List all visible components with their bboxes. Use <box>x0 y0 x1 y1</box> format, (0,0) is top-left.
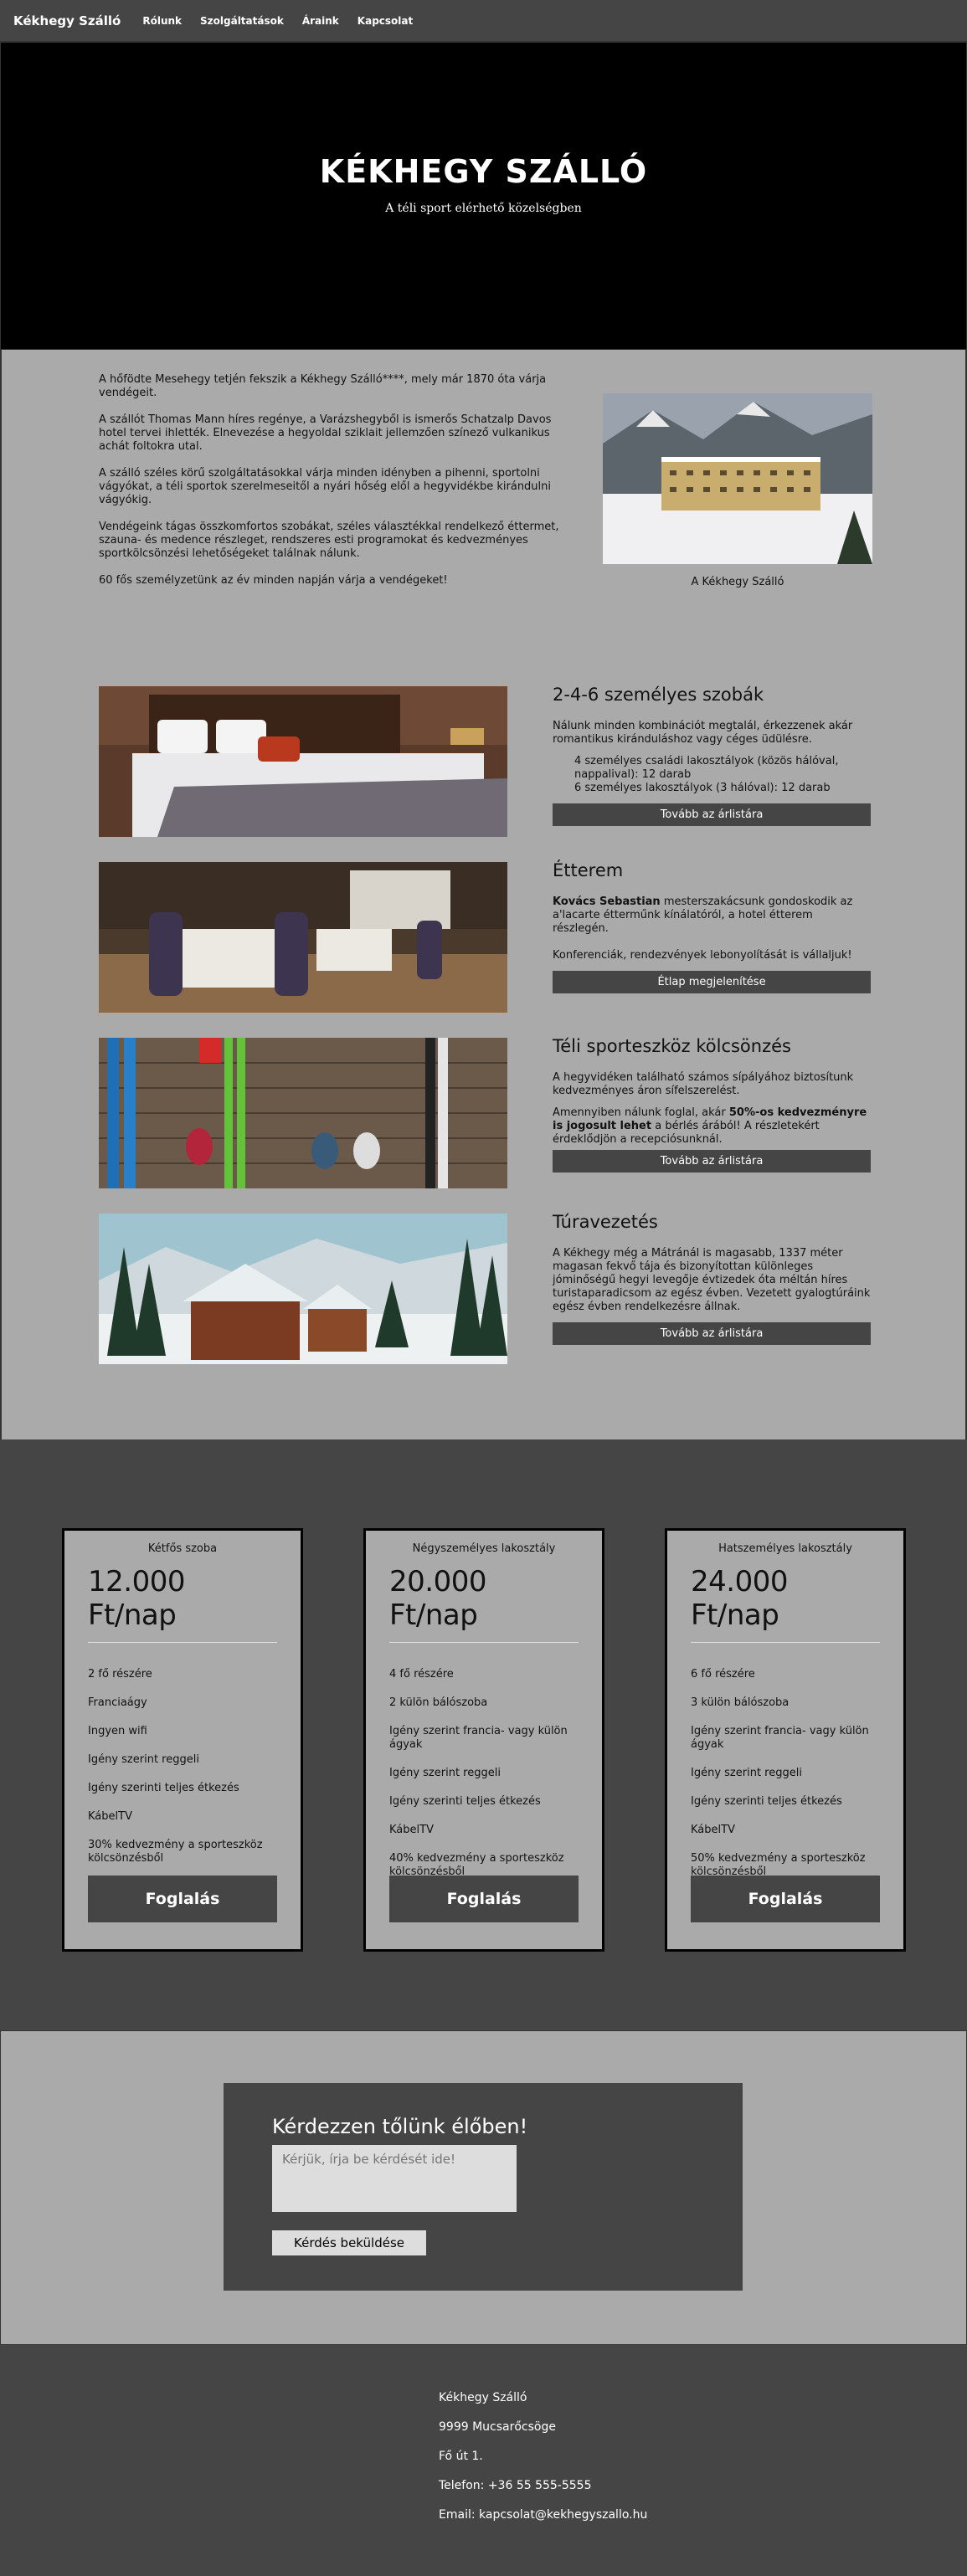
price-feature: 30% kedvezmény a sporteszköz kölcsönzésb… <box>88 1839 263 1865</box>
contact-title: Kérdezzen tőlünk élőben! <box>272 2115 528 2138</box>
intro-paragraph: Vendégeink tágas összkomfortos szobákat,… <box>99 521 559 560</box>
rooms-photo <box>99 686 507 837</box>
hero-subtitle: A téli sport elérhető közelségben <box>385 202 582 215</box>
chef-name: Kovács Sebastian <box>553 895 661 908</box>
tours-title: Túravezetés <box>553 1212 658 1232</box>
intro-paragraph: A hőfödte Mesehegy tetjén fekszik a Kékh… <box>99 373 547 399</box>
intro-paragraph: A szállót Thomas Mann híres regénye, a V… <box>99 413 552 453</box>
rooms-text: Nálunk minden kombinációt megtalál, érke… <box>553 720 853 746</box>
price-feature: Ingyen wifi <box>88 1725 147 1737</box>
service-rooms: 2-4-6 személyes szobák Nálunk minden kom… <box>99 686 965 837</box>
intro-paragraph: 60 fős személyzetünk az év minden napján… <box>99 574 448 587</box>
price-feature: 4 fő részére <box>389 1668 454 1681</box>
rental-photo <box>99 1038 507 1188</box>
brand-logo-text[interactable]: Kékhegy Szálló <box>13 13 121 28</box>
service-tours: Túravezetés A Kékhegy még a Mátránál is … <box>99 1214 965 1364</box>
rental-body: Téli sporteszköz kölcsönzés A hegyvidéke… <box>553 1038 871 1188</box>
hotel-photo <box>603 393 872 564</box>
tours-body: Túravezetés A Kékhegy még a Mátránál is … <box>553 1214 871 1364</box>
divider <box>88 1642 277 1643</box>
top-navbar: Kékhegy Szálló Rólunk Szolgáltatások Ára… <box>0 0 967 42</box>
price-feature: Igény szerint reggeli <box>88 1753 199 1766</box>
restaurant-photo <box>99 862 507 1013</box>
price-feature: Igény szerinti teljes étkezés <box>88 1782 239 1794</box>
menu-button[interactable]: Étlap megjelenítése <box>553 971 871 993</box>
price-feature: KábelTV <box>389 1824 434 1836</box>
price-feature: Igény szerint reggeli <box>691 1767 802 1779</box>
rooms-list: 4 személyes családi lakosztályok (közös … <box>574 755 871 795</box>
prices-section: Kétfős szoba 12.000 Ft/nap 2 fő részére … <box>0 1439 967 2030</box>
price-card-six: Hatszemélyes lakosztály 24.000 Ft/nap 6 … <box>665 1528 906 1952</box>
price-feature: Franciaágy <box>88 1696 147 1709</box>
restaurant-text2: Konferenciák, rendezvények lebonyolításá… <box>553 949 852 962</box>
price-card-price: 24.000 Ft/nap <box>691 1565 788 1632</box>
service-rental: Téli sporteszköz kölcsönzés A hegyvidéke… <box>99 1038 965 1188</box>
footer-phone: Telefon: +36 55 555-5555 <box>439 2479 592 2492</box>
footer: Kékhegy Szálló 9999 Mucsarőcsöge Fő út 1… <box>0 2345 967 2576</box>
rental-discount-text: Amennyiben nálunk foglal, akár 50%-os ke… <box>553 1106 871 1147</box>
price-card-name: Hatszemélyes lakosztály <box>718 1542 852 1555</box>
tours-photo <box>99 1214 507 1364</box>
restaurant-text: Kovács Sebastian mesterszakácsunk gondos… <box>553 895 871 936</box>
nav-link-kapcsolat[interactable]: Kapcsolat <box>357 15 413 27</box>
intro-text: A hőfödte Mesehegy tetjén fekszik a Kékh… <box>99 373 568 653</box>
hotel-photo-figure: A Kékhegy Szálló <box>603 393 872 653</box>
price-card-name: Kétfős szoba <box>147 1542 218 1555</box>
booking-button[interactable]: Foglalás <box>88 1876 277 1922</box>
restaurant-body: Étterem Kovács Sebastian mesterszakácsun… <box>553 862 871 1013</box>
price-card-price: 12.000 Ft/nap <box>88 1565 185 1632</box>
rental-pricelist-button[interactable]: Tovább az árlistára <box>553 1150 871 1173</box>
hotel-photo-caption: A Kékhegy Szálló <box>691 576 784 588</box>
footer-hotel-name: Kékhegy Szálló <box>439 2391 527 2404</box>
price-feature: 6 fő részére <box>691 1668 755 1681</box>
footer-street: Fő út 1. <box>439 2450 483 2463</box>
price-card-name: Négyszemélyes lakosztály <box>412 1542 556 1555</box>
price-card-price: 20.000 Ft/nap <box>389 1565 486 1632</box>
price-feature: Igény szerinti teljes étkezés <box>389 1795 541 1808</box>
price-card-four: Négyszemélyes lakosztály 20.000 Ft/nap 4… <box>363 1528 604 1952</box>
booking-button[interactable]: Foglalás <box>389 1876 579 1922</box>
booking-button[interactable]: Foglalás <box>691 1876 880 1922</box>
rooms-body: 2-4-6 személyes szobák Nálunk minden kom… <box>553 686 871 837</box>
footer-email: Email: kapcsolat@kekhegyszallo.hu <box>439 2508 648 2522</box>
price-feature: 3 külön bálószoba <box>691 1696 790 1709</box>
question-input[interactable] <box>272 2145 517 2212</box>
price-feature: 2 külön bálószoba <box>389 1696 488 1709</box>
price-feature: Igény szerint francia- vagy külön ágyak <box>691 1725 869 1751</box>
divider <box>389 1642 579 1643</box>
hero-banner: KÉKHEGY SZÁLLÓ A téli sport elérhető köz… <box>0 42 967 350</box>
price-feature: Igény szerinti teljes étkezés <box>691 1795 842 1808</box>
list-item: 6 személyes lakosztályok (3 hálóval): 12… <box>574 782 831 794</box>
contact-section: Kérdezzen tőlünk élőben! Kérdés beküldés… <box>0 2030 967 2345</box>
rooms-title: 2-4-6 személyes szobák <box>553 685 764 705</box>
rooms-pricelist-button[interactable]: Tovább az árlistára <box>553 803 871 826</box>
send-question-button[interactable]: Kérdés beküldése <box>272 2230 426 2255</box>
nav-link-rolunk[interactable]: Rólunk <box>142 15 182 27</box>
tours-text: A Kékhegy még a Mátránál is magasabb, 13… <box>553 1247 871 1313</box>
divider <box>691 1642 880 1643</box>
price-feature: Igény szerint francia- vagy külön ágyak <box>389 1725 568 1751</box>
service-restaurant: Étterem Kovács Sebastian mesterszakácsun… <box>99 862 965 1013</box>
price-feature: Igény szerint reggeli <box>389 1767 501 1779</box>
price-card-double: Kétfős szoba 12.000 Ft/nap 2 fő részére … <box>62 1528 303 1952</box>
nav-link-szolgaltatasok[interactable]: Szolgáltatások <box>200 15 284 27</box>
tours-pricelist-button[interactable]: Tovább az árlistára <box>553 1322 871 1345</box>
nav-link-araink[interactable]: Áraink <box>302 15 339 27</box>
footer-city: 9999 Mucsarőcsöge <box>439 2420 556 2434</box>
contact-form: Kérdezzen tőlünk élőben! Kérdés beküldés… <box>224 2083 743 2291</box>
list-item: 4 személyes családi lakosztályok (közös … <box>574 755 839 781</box>
intro-section: A hőfödte Mesehegy tetjén fekszik a Kékh… <box>0 350 967 653</box>
services-section: 2-4-6 személyes szobák Nálunk minden kom… <box>0 653 967 1439</box>
intro-paragraph: A szálló széles körű szolgáltatásokkal v… <box>99 467 552 506</box>
restaurant-title: Étterem <box>553 860 624 880</box>
price-feature: 2 fő részére <box>88 1668 152 1681</box>
rental-text: A hegyvidéken található számos sípályáho… <box>553 1071 854 1097</box>
price-feature: KábelTV <box>88 1810 132 1823</box>
hero-title: KÉKHEGY SZÁLLÓ <box>319 153 648 190</box>
rental-discount-a: Amennyiben nálunk foglal, akár <box>553 1106 729 1119</box>
price-feature: KábelTV <box>691 1824 735 1836</box>
rental-title: Téli sporteszköz kölcsönzés <box>553 1036 791 1056</box>
